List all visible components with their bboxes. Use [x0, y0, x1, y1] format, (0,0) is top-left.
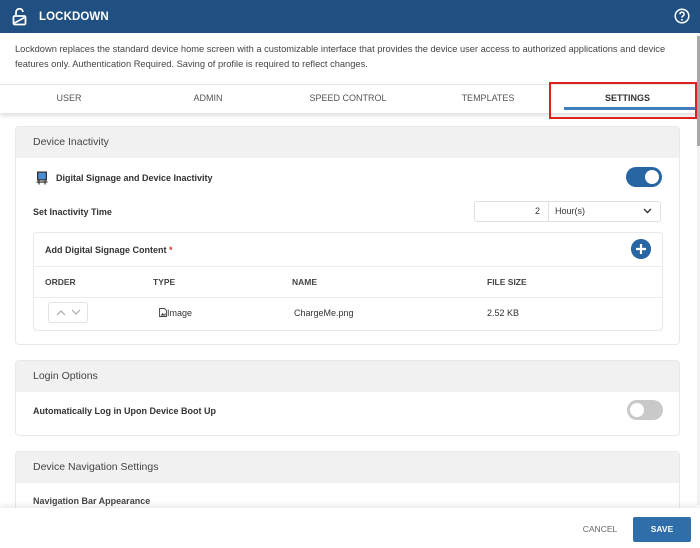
- tab-settings[interactable]: SETTINGS: [558, 85, 697, 113]
- inactivity-time-input[interactable]: 2: [474, 201, 549, 222]
- signage-content-panel: Add Digital Signage Content * ORDER TYPE…: [33, 232, 663, 331]
- column-type: TYPE: [153, 277, 175, 287]
- signage-content-title-text: Add Digital Signage Content: [45, 245, 167, 255]
- column-name: NAME: [292, 277, 317, 287]
- tab-admin[interactable]: ADMIN: [138, 85, 278, 113]
- tab-user[interactable]: USER: [0, 85, 138, 113]
- table-row: Image ChargeMe.png 2.52 KB: [34, 298, 662, 330]
- order-control: [48, 302, 88, 323]
- auto-login-label: Automatically Log in Upon Device Boot Up: [33, 406, 216, 416]
- app-header: LOCKDOWN: [0, 0, 700, 33]
- tab-speed-control[interactable]: SPEED CONTROL: [278, 85, 418, 113]
- cancel-button[interactable]: CANCEL: [570, 517, 630, 541]
- toggle-knob: [645, 170, 659, 184]
- add-content-button[interactable]: [631, 239, 651, 259]
- lockdown-logo-icon: [11, 8, 29, 26]
- footer-actions: CANCEL SAVE: [0, 508, 700, 548]
- table-header: ORDER TYPE NAME FILE SIZE: [34, 266, 662, 298]
- login-options-heading: Login Options: [16, 361, 679, 392]
- digital-signage-label: Digital Signage and Device Inactivity: [56, 173, 213, 183]
- row-file-size: 2.52 KB: [487, 308, 519, 318]
- row-name: ChargeMe.png: [294, 308, 354, 318]
- app-title: LOCKDOWN: [39, 11, 109, 23]
- save-button[interactable]: SAVE: [633, 517, 691, 542]
- inactivity-time-label: Set Inactivity Time: [33, 207, 112, 217]
- move-up-icon[interactable]: [56, 309, 66, 316]
- row-type: Image: [159, 308, 192, 318]
- login-options-card: Login Options Automatically Log in Upon …: [15, 360, 680, 436]
- required-marker: *: [169, 245, 173, 255]
- inactivity-unit-select[interactable]: Hour(s): [549, 201, 661, 222]
- column-order: ORDER: [45, 277, 76, 287]
- digital-signage-toggle[interactable]: [626, 167, 662, 187]
- column-file-size: FILE SIZE: [487, 277, 527, 287]
- tab-bar: USER ADMIN SPEED CONTROL TEMPLATES SETTI…: [0, 84, 697, 113]
- auto-login-toggle[interactable]: [627, 400, 663, 420]
- device-navigation-heading: Device Navigation Settings: [16, 452, 679, 483]
- chevron-down-icon: [643, 208, 652, 214]
- question-circle-icon[interactable]: [674, 8, 690, 24]
- row-type-text: Image: [167, 308, 192, 318]
- kiosk-monitor-icon: [36, 171, 48, 185]
- device-inactivity-card: Device Inactivity Digital Signage and De…: [15, 126, 680, 345]
- image-file-icon: [159, 308, 167, 317]
- move-down-icon[interactable]: [71, 309, 81, 316]
- inactivity-unit-value: Hour(s): [555, 206, 585, 216]
- device-inactivity-heading: Device Inactivity: [16, 127, 679, 158]
- page-description: Lockdown replaces the standard device ho…: [15, 42, 685, 72]
- navigation-bar-appearance-label: Navigation Bar Appearance: [33, 496, 150, 506]
- toggle-knob: [630, 403, 644, 417]
- tab-templates[interactable]: TEMPLATES: [418, 85, 558, 113]
- signage-content-title: Add Digital Signage Content *: [45, 245, 173, 255]
